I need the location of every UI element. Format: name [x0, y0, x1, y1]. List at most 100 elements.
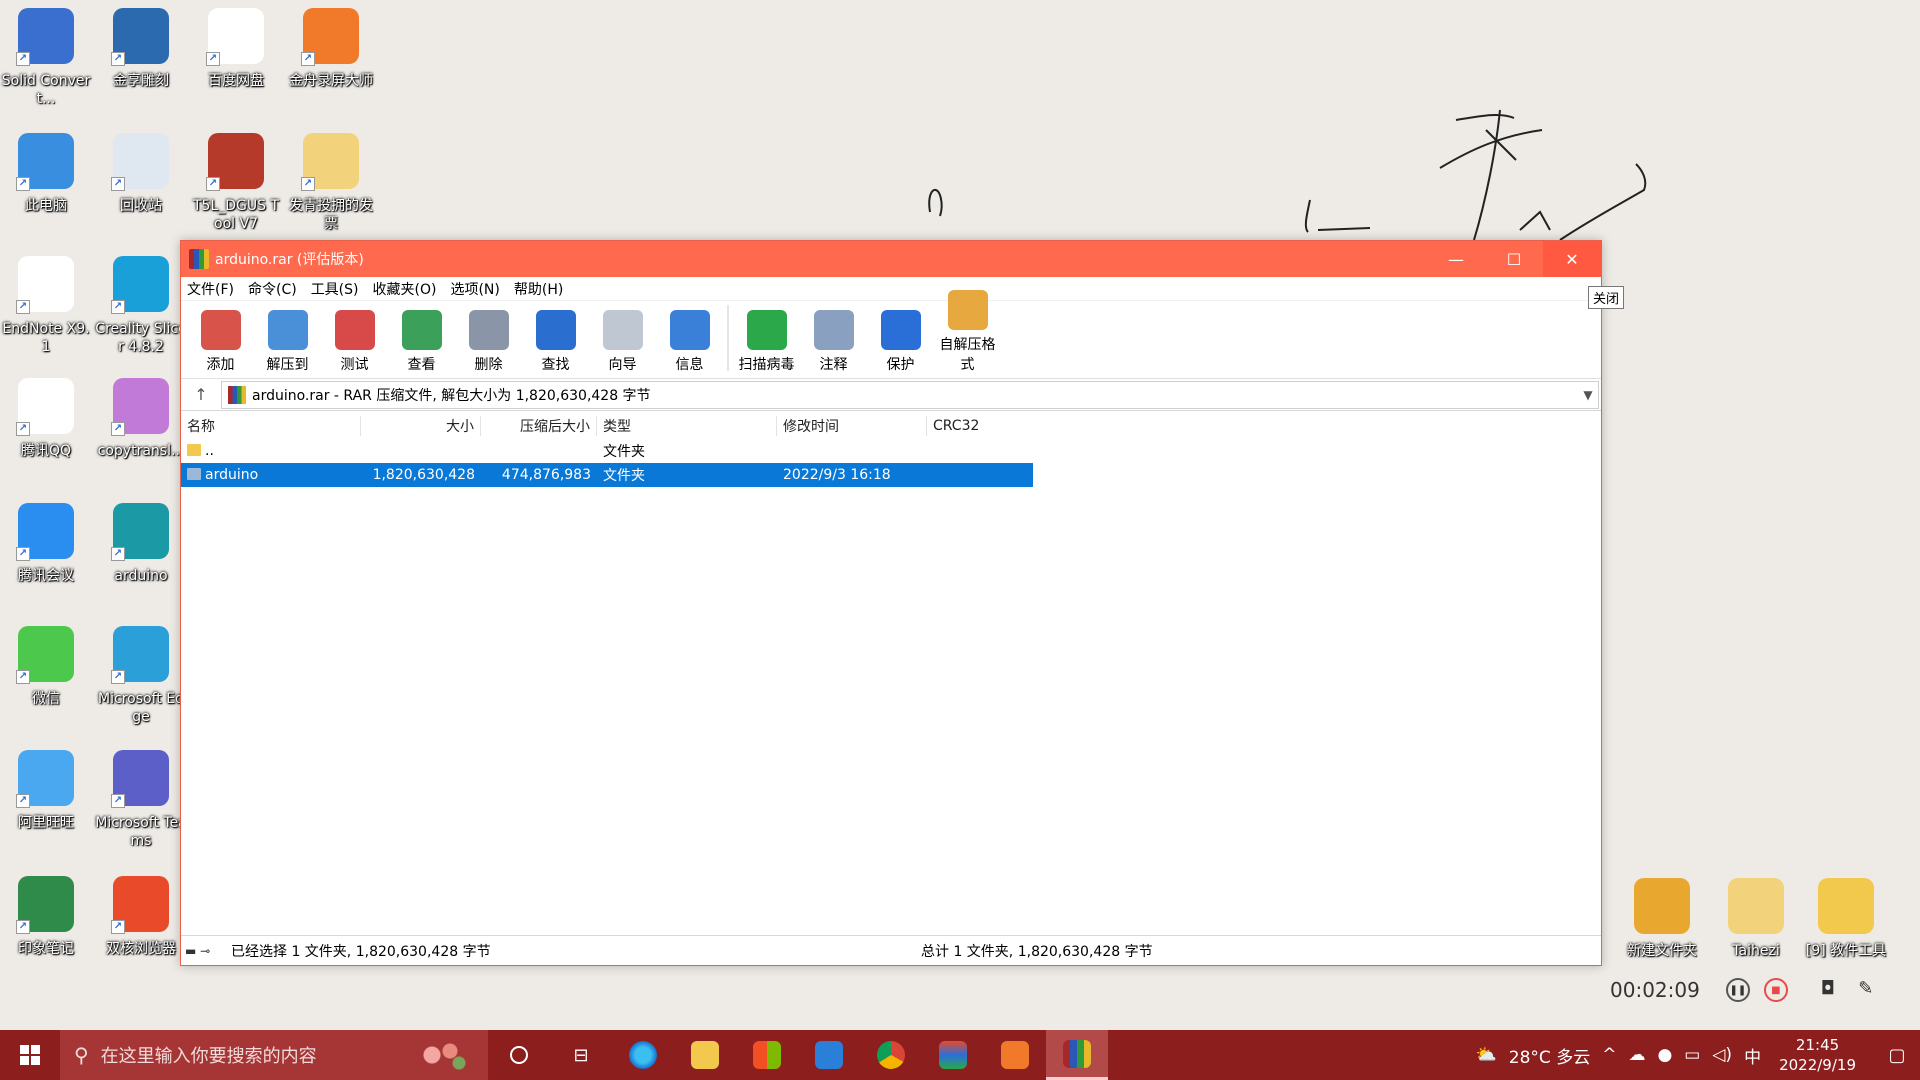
- find-button[interactable]: 查找: [522, 310, 589, 374]
- address-bar: ↑ arduino.rar - RAR 压缩文件, 解包大小为 1,820,63…: [181, 379, 1601, 411]
- desktop-icon-edge[interactable]: ↗ Microsoft Edge: [95, 626, 187, 726]
- wizard-button[interactable]: 向导: [589, 310, 656, 374]
- ime-indicator[interactable]: 中: [1744, 1043, 1761, 1068]
- file-explorer-icon[interactable]: [674, 1030, 736, 1080]
- desktop-icon-label: 回收站: [120, 198, 162, 214]
- chevron-down-icon[interactable]: ▼: [1578, 388, 1598, 402]
- desktop-icon-endnote[interactable]: ↗ EndNote X9.1: [0, 256, 92, 356]
- drive-key-icon[interactable]: ▬ ⊸: [181, 944, 231, 958]
- desktop-icon-taihezi[interactable]: Taihezi: [1710, 878, 1802, 960]
- shortcut-arrow-icon: ↗: [111, 300, 125, 314]
- pause-button[interactable]: ❚❚: [1725, 978, 1750, 1002]
- delete-button[interactable]: 删除: [455, 310, 522, 374]
- desktop-icon-new-folder[interactable]: 新建文件夹: [1616, 878, 1708, 960]
- protect-button[interactable]: 保护: [867, 310, 934, 374]
- microphone-icon[interactable]: ●: [1657, 1045, 1672, 1065]
- desktop-icon-baidu-netdisk[interactable]: ↗ 百度网盘: [190, 8, 282, 90]
- desktop-icon-creality-slicer[interactable]: ↗ Creality Slicer 4.8.2: [95, 256, 187, 356]
- list-item-parent[interactable]: .. 文件夹: [181, 439, 1033, 463]
- column-name[interactable]: 名称: [181, 416, 361, 436]
- menu-favorites[interactable]: 收藏夹(O): [373, 279, 437, 299]
- desktop-icon-arduino[interactable]: ↗ arduino: [95, 503, 187, 585]
- view-button[interactable]: 查看: [388, 310, 455, 374]
- close-button[interactable]: ✕: [1543, 241, 1601, 277]
- start-button[interactable]: [0, 1030, 60, 1080]
- up-arrow-icon[interactable]: ↑: [181, 385, 221, 404]
- desktop-icon-copytranslator[interactable]: ↗ copytransl...: [95, 378, 187, 460]
- desktop-icon-evernote[interactable]: ↗ 印象笔记: [0, 876, 92, 958]
- menu-file[interactable]: 文件(F): [187, 279, 234, 299]
- chevron-up-icon[interactable]: ^: [1602, 1045, 1616, 1065]
- info-button[interactable]: 信息: [656, 310, 723, 374]
- desktop-icon-jinxiang-engrave[interactable]: ↗ 金享雕刻: [95, 8, 187, 90]
- camera-icon[interactable]: ◘: [1816, 978, 1840, 1002]
- test-button[interactable]: 测试: [321, 310, 388, 374]
- this-pc-icon: ↗: [16, 133, 74, 191]
- pen-icon[interactable]: ✎: [1854, 978, 1878, 1002]
- desktop-icon-invoice-folder[interactable]: ↗ 发青投拥的发票: [285, 133, 377, 233]
- column-packed[interactable]: 压缩后大小: [481, 416, 597, 436]
- shortcut-arrow-icon: ↗: [111, 52, 125, 66]
- desktop-icon-recycle-bin[interactable]: ↗ 回收站: [95, 133, 187, 215]
- desktop-icon-teams[interactable]: ↗ Microsoft Teams: [95, 750, 187, 850]
- mail-icon[interactable]: [798, 1030, 860, 1080]
- column-modified[interactable]: 修改时间: [777, 416, 927, 436]
- stop-button[interactable]: ■: [1763, 978, 1788, 1002]
- winrar-taskbar-icon[interactable]: [1046, 1030, 1108, 1080]
- desktop-icon-solid-converter[interactable]: ↗ Solid Convert...: [0, 8, 92, 108]
- desktop-icon-dual-core-browser[interactable]: ↗ 双核浏览器: [95, 876, 187, 958]
- desktop-icon-wechat[interactable]: ↗ 微信: [0, 626, 92, 708]
- column-type[interactable]: 类型: [597, 416, 777, 436]
- volume-icon[interactable]: ◁): [1712, 1045, 1732, 1065]
- list-item-arduino[interactable]: arduino 1,820,630,428 474,876,983 文件夹 20…: [181, 463, 1033, 487]
- desktop-icon-label: 此电脑: [25, 198, 67, 214]
- menu-help[interactable]: 帮助(H): [514, 279, 563, 299]
- network-icon[interactable]: ▭: [1684, 1045, 1700, 1065]
- chrome-icon[interactable]: [860, 1030, 922, 1080]
- desktop-icon-label: 金享雕刻: [113, 73, 169, 89]
- task-view-icon[interactable]: ⊟: [550, 1030, 612, 1080]
- notification-icon[interactable]: ▢: [1874, 1045, 1920, 1066]
- dgus-tool-icon[interactable]: [922, 1030, 984, 1080]
- clock[interactable]: 21:45 2022/9/19: [1779, 1035, 1856, 1075]
- desktop-icon-label: [9] 教件工具: [1805, 943, 1887, 959]
- desktop-icon-aliwangwang[interactable]: ↗ 阿里旺旺: [0, 750, 92, 832]
- column-crc[interactable]: CRC32: [927, 418, 1033, 434]
- minimize-button[interactable]: —: [1427, 241, 1485, 277]
- add-button[interactable]: 添加: [187, 310, 254, 374]
- cortana-icon[interactable]: [488, 1030, 550, 1080]
- toolbar-label: 查找: [541, 357, 570, 373]
- edge-icon[interactable]: [612, 1030, 674, 1080]
- extract-to-button[interactable]: 解压到: [254, 310, 321, 374]
- comment-icon: [813, 310, 854, 350]
- desktop-icon-dgus-tool[interactable]: ↗ T5L_DGUS Tool V7: [190, 133, 282, 233]
- maximize-button[interactable]: ☐: [1485, 241, 1543, 277]
- desktop-icon-tools-folder[interactable]: [9] 教件工具: [1800, 878, 1892, 960]
- solid-converter-icon: ↗: [16, 8, 74, 66]
- column-size[interactable]: 大小: [361, 416, 481, 436]
- weather-text[interactable]: 28°C 多云: [1509, 1043, 1590, 1068]
- comment-button[interactable]: 注释: [800, 310, 867, 374]
- screen-recorder-icon[interactable]: [984, 1030, 1046, 1080]
- taskbar-search[interactable]: ⚲ 在这里输入你要搜索的内容: [60, 1030, 488, 1080]
- weather-icon[interactable]: ⛅: [1476, 1045, 1497, 1065]
- desktop-icon-label: Microsoft Teams: [95, 815, 187, 849]
- desktop-icon-label: arduino: [114, 568, 168, 584]
- desktop-icon-label: 发青投拥的发票: [289, 198, 373, 232]
- title-bar[interactable]: arduino.rar (评估版本) — ☐ ✕: [181, 241, 1601, 277]
- desktop-icon-tencent-meeting[interactable]: ↗ 腾讯会议: [0, 503, 92, 585]
- store-icon[interactable]: [736, 1030, 798, 1080]
- find-icon: [535, 310, 576, 350]
- scan-virus-button[interactable]: 扫描病毒: [733, 310, 800, 374]
- menu-commands[interactable]: 命令(C): [248, 279, 297, 299]
- folder-icon: [187, 468, 201, 480]
- add-icon: [200, 310, 241, 350]
- address-field[interactable]: arduino.rar - RAR 压缩文件, 解包大小为 1,820,630,…: [221, 380, 1599, 409]
- desktop-icon-jinzhou-recorder[interactable]: ↗ 金舟录屏大师: [285, 8, 377, 90]
- cloud-icon[interactable]: ☁: [1628, 1045, 1645, 1065]
- menu-options[interactable]: 选项(N): [450, 279, 499, 299]
- desktop-icon-this-pc[interactable]: ↗ 此电脑: [0, 133, 92, 215]
- sfx-button[interactable]: 自解压格式: [934, 290, 1001, 374]
- menu-tools[interactable]: 工具(S): [311, 279, 359, 299]
- desktop-icon-qq[interactable]: ↗ 腾讯QQ: [0, 378, 92, 460]
